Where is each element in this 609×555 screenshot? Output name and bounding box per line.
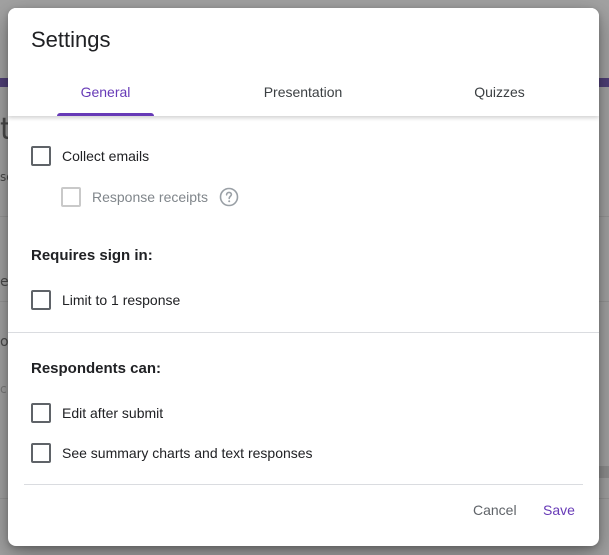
collect-emails-label: Collect emails xyxy=(62,148,150,164)
edit-after-submit-label: Edit after submit xyxy=(62,405,164,421)
collect-emails-option[interactable]: Collect emails xyxy=(31,146,149,166)
dialog-body: Collect emails Response receipts Require… xyxy=(8,116,599,546)
save-button[interactable]: Save xyxy=(543,502,575,518)
edit-after-submit-option[interactable]: Edit after submit xyxy=(31,403,163,423)
dialog-title: Settings xyxy=(31,27,111,52)
response-receipts-option: Response receipts xyxy=(61,187,239,207)
see-summary-option[interactable]: See summary charts and text responses xyxy=(31,443,313,463)
footer-divider xyxy=(24,484,583,485)
limit-response-label: Limit to 1 response xyxy=(62,292,181,308)
limit-response-option[interactable]: Limit to 1 response xyxy=(31,290,180,310)
tab-presentation[interactable]: Presentation xyxy=(248,84,358,100)
collect-emails-checkbox[interactable] xyxy=(31,146,51,166)
requires-sign-in-heading: Requires sign in: xyxy=(31,247,153,264)
limit-response-checkbox[interactable] xyxy=(31,290,51,310)
active-tab-indicator xyxy=(57,113,154,116)
background-text-fragment: c xyxy=(0,382,7,396)
tab-general[interactable]: General xyxy=(80,84,131,100)
settings-dialog: Settings General Presentation Quizzes Co… xyxy=(8,8,599,546)
tab-quizzes[interactable]: Quizzes xyxy=(462,84,537,100)
see-summary-label: See summary charts and text responses xyxy=(62,445,313,461)
edit-after-submit-checkbox[interactable] xyxy=(31,403,51,423)
respondents-can-heading: Respondents can: xyxy=(31,360,162,377)
help-icon[interactable] xyxy=(219,187,239,207)
see-summary-checkbox[interactable] xyxy=(31,443,51,463)
section-divider xyxy=(8,332,599,333)
response-receipts-checkbox xyxy=(61,187,81,207)
response-receipts-label: Response receipts xyxy=(92,189,208,205)
cancel-button[interactable]: Cancel xyxy=(473,502,517,518)
dialog-header: Settings General Presentation Quizzes xyxy=(8,8,599,116)
